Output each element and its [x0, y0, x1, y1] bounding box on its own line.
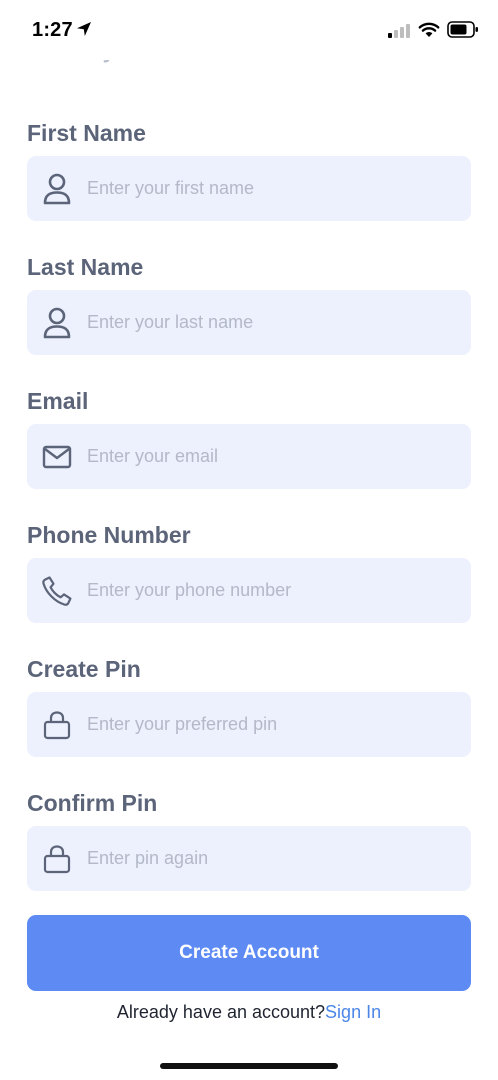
mail-icon — [40, 440, 74, 474]
create-pin-input[interactable] — [87, 714, 447, 735]
status-bar: 1:27 — [0, 0, 498, 60]
phone-icon — [40, 574, 74, 608]
confirm-pin-input-box[interactable] — [27, 826, 471, 891]
lock-icon — [40, 708, 74, 742]
user-icon — [40, 172, 74, 206]
last-name-input-box[interactable] — [27, 290, 471, 355]
confirm-pin-input[interactable] — [87, 848, 447, 869]
last-name-label: Last Name — [27, 254, 144, 280]
email-input-box[interactable] — [27, 424, 471, 489]
cellular-signal-icon — [388, 24, 410, 38]
wifi-icon — [418, 22, 440, 37]
signin-row: Already have an account?Sign In — [0, 1002, 498, 1023]
last-name-field: Last Name — [27, 250, 471, 355]
first-name-label: First Name — [27, 120, 146, 146]
phone-number-label: Phone Number — [27, 522, 191, 548]
phone-number-input-box[interactable] — [27, 558, 471, 623]
lock-icon — [40, 842, 74, 876]
status-time: 1:27 — [32, 19, 73, 41]
location-arrow-icon — [77, 22, 91, 36]
create-pin-label: Create Pin — [27, 656, 141, 682]
home-indicator[interactable] — [160, 1063, 338, 1069]
create-pin-input-box[interactable] — [27, 692, 471, 757]
confirm-pin-label: Confirm Pin — [27, 790, 158, 816]
email-label: Email — [27, 388, 89, 414]
signin-link[interactable]: Sign In — [325, 1002, 381, 1022]
signup-form: First Name Last Name Email — [27, 116, 471, 920]
email-input[interactable] — [87, 446, 447, 467]
battery-icon — [447, 21, 478, 38]
last-name-input[interactable] — [87, 312, 447, 333]
confirm-pin-field: Confirm Pin — [27, 786, 471, 891]
first-name-input[interactable] — [87, 178, 447, 199]
create-account-button[interactable]: Create Account — [27, 915, 471, 991]
phone-number-input[interactable] — [87, 580, 447, 601]
email-field: Email — [27, 384, 471, 489]
create-pin-field: Create Pin — [27, 652, 471, 757]
phone-number-field: Phone Number — [27, 518, 471, 623]
first-name-input-box[interactable] — [27, 156, 471, 221]
signin-prompt: Already have an account? — [116, 1002, 326, 1022]
first-name-field: First Name — [27, 116, 471, 221]
user-icon — [40, 306, 74, 340]
